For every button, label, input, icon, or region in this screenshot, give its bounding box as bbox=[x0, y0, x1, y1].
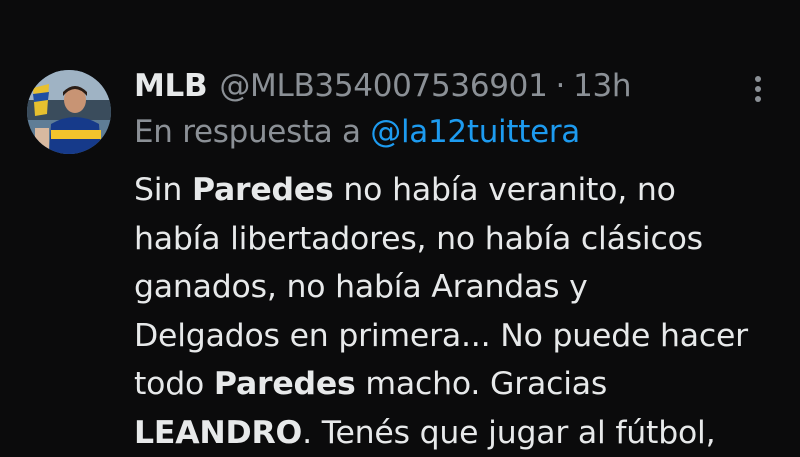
separator-dot: · bbox=[556, 68, 566, 104]
reply-prefix: En respuesta a bbox=[134, 114, 361, 150]
user-handle[interactable]: @MLB354007536901 bbox=[219, 68, 547, 104]
avatar[interactable] bbox=[27, 70, 111, 154]
timestamp[interactable]: 13h bbox=[573, 68, 631, 104]
text-span: no había veranito, no bbox=[334, 172, 676, 208]
tweet: MLB @MLB354007536901 · 13h En respuesta … bbox=[0, 0, 800, 450]
tweet-header: MLB @MLB354007536901 · 13h bbox=[134, 64, 631, 108]
more-vertical-icon[interactable] bbox=[744, 72, 772, 106]
display-name[interactable]: MLB bbox=[134, 68, 207, 104]
tweet-text-line: Sin Paredes no había veranito, no bbox=[134, 166, 784, 215]
bold-text: Paredes bbox=[214, 366, 356, 402]
text-span: todo bbox=[134, 366, 214, 402]
bold-text: LEANDRO bbox=[134, 415, 302, 451]
reply-context: En respuesta a @la12tuittera bbox=[134, 114, 580, 150]
tweet-text: Sin Paredes no había veranito, no había … bbox=[134, 166, 784, 457]
text-span: Sin bbox=[134, 172, 192, 208]
text-span: macho. Gracias bbox=[356, 366, 607, 402]
text-span: . Tenés que jugar al fútbol, bbox=[302, 415, 715, 451]
tweet-text-line: todo Paredes macho. Gracias bbox=[134, 360, 784, 409]
avatar-image bbox=[27, 70, 111, 154]
reply-mention-link[interactable]: @la12tuittera bbox=[370, 114, 580, 150]
tweet-text-line: ganados, no había Arandas y bbox=[134, 263, 784, 312]
tweet-text-line: había libertadores, no había clásicos bbox=[134, 215, 784, 264]
bold-text: Paredes bbox=[192, 172, 334, 208]
tweet-text-line: Delgados en primera... No puede hacer bbox=[134, 312, 784, 361]
